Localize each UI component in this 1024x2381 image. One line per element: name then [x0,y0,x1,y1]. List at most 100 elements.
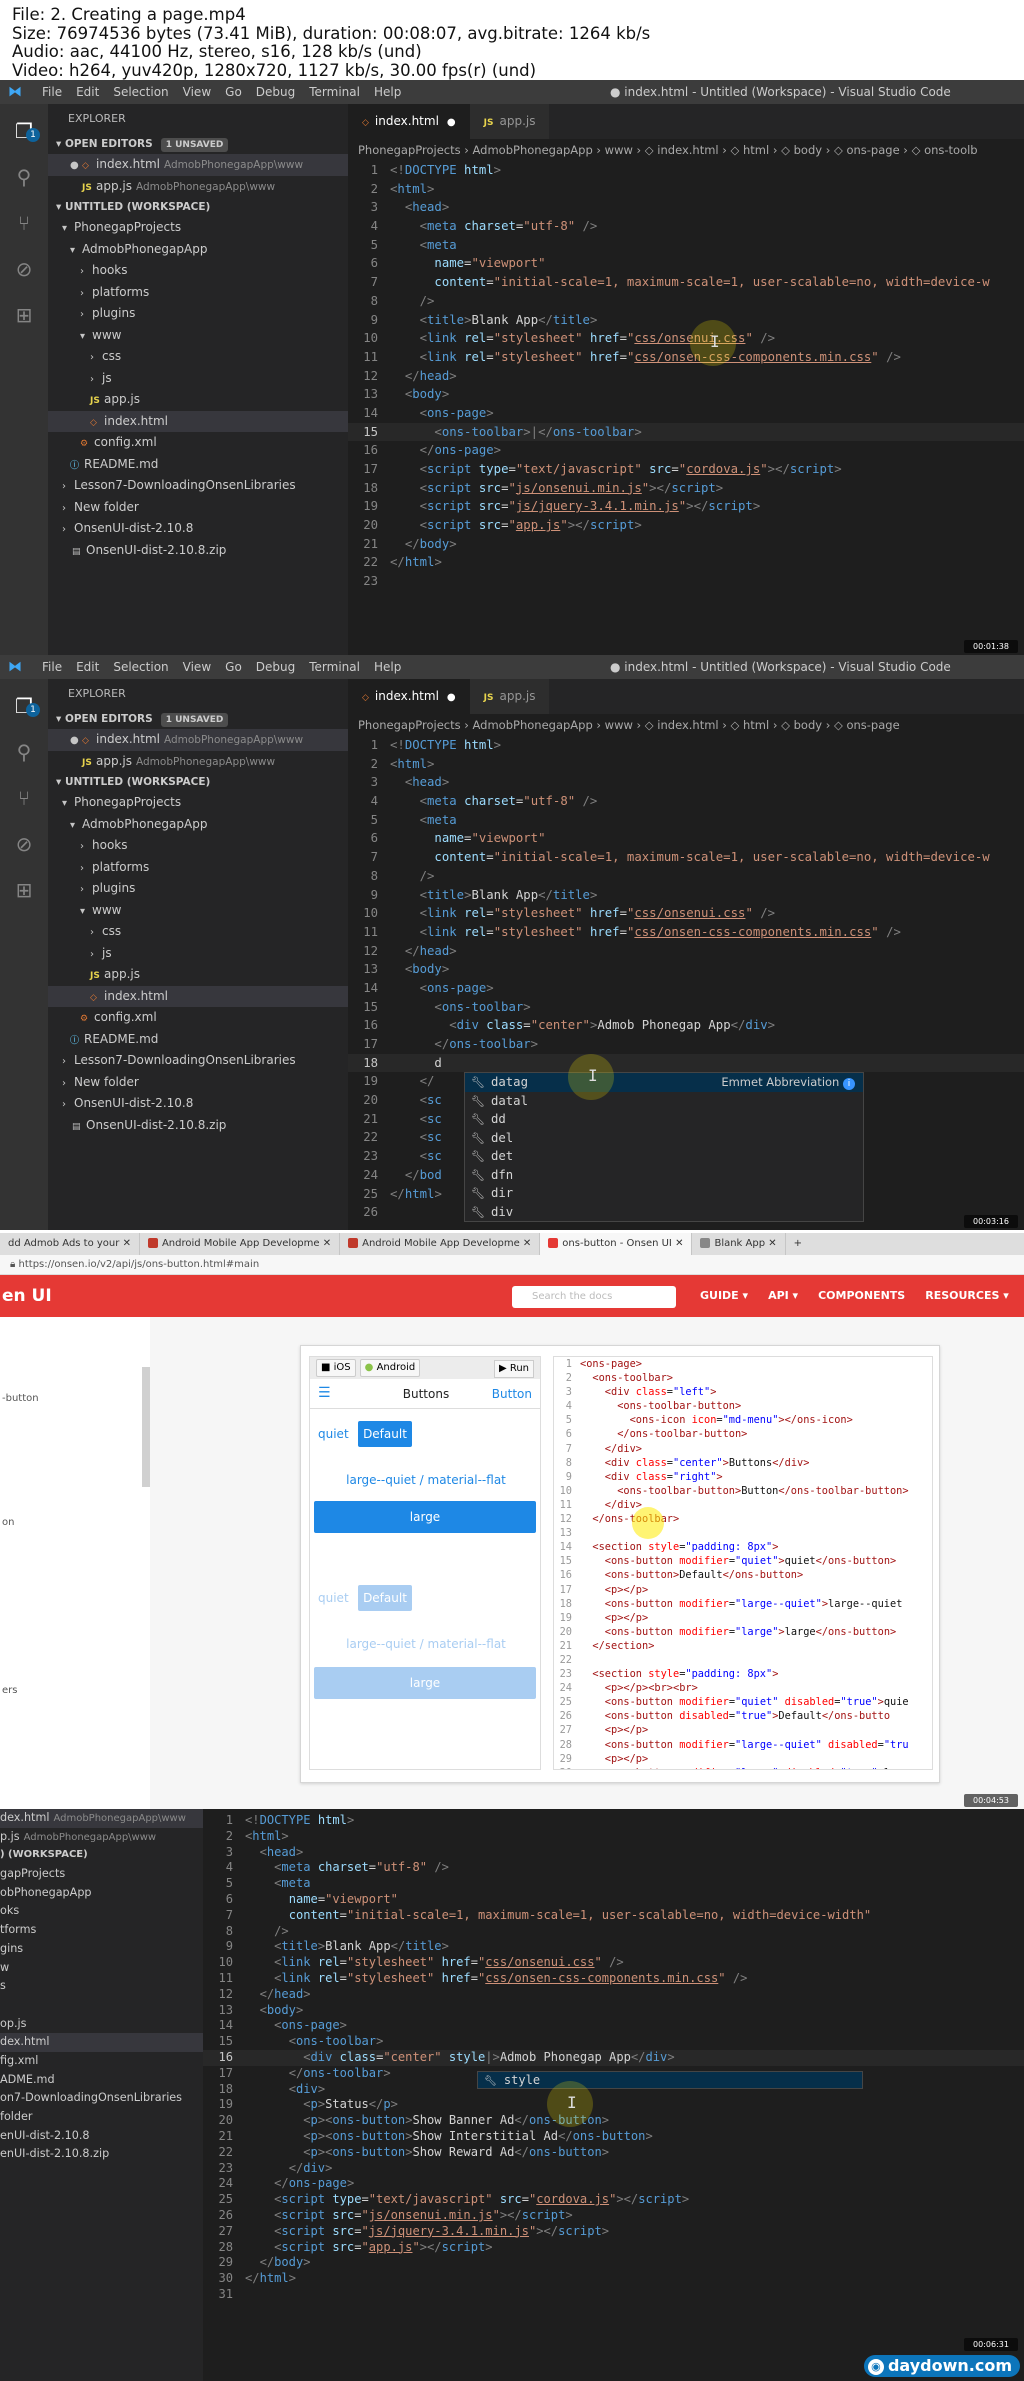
open-editor-app[interactable]: JS app.js AdmobPhonegapApp\www [48,751,348,773]
tab-index-html[interactable]: ◇ index.html ● [348,679,470,714]
tree-item[interactable]: gins [0,1940,203,1959]
tree-item[interactable]: › Lesson7-DownloadingOnsenLibraries [48,475,348,497]
info-icon[interactable]: i [843,1078,855,1090]
demo-right-button[interactable]: Button [492,1387,532,1401]
open-editor-index[interactable]: ● ◇ index.html AdmobPhonegapApp\www [48,729,348,751]
tree-item[interactable]: ▾ www [48,900,348,922]
suggestion-item[interactable]: 🔧︎ det [465,1147,863,1166]
open-editor-app[interactable]: p.js AdmobPhonegapApp\www [0,1828,203,1847]
tree-item[interactable]: › Lesson7-DownloadingOnsenLibraries [48,1050,348,1072]
tab-index-html[interactable]: ◇ index.html ● [348,104,470,139]
tree-item[interactable]: ▤ OnsenUI-dist-2.10.8.zip [48,1115,348,1137]
tree-item[interactable]: JS app.js [48,964,348,986]
suggestion-item[interactable]: 🔧︎ dfn [465,1166,863,1185]
menu-terminal[interactable]: Terminal [309,85,360,99]
tree-item[interactable]: › New folder [48,1072,348,1094]
menu-view[interactable]: View [183,660,211,674]
tree-item[interactable]: › OnsenUI-dist-2.10.8 [48,518,348,540]
tree-item[interactable]: on7-DownloadingOnsenLibraries [0,2089,203,2108]
browser-tab[interactable]: dd Admob Ads to your ✕ [0,1233,140,1255]
tree-item[interactable]: › New folder [48,497,348,519]
tree-item[interactable]: ▾ PhonegapProjects [48,217,348,239]
nav-api[interactable]: API ▾ [768,1289,798,1302]
tree-item[interactable]: ▾ www [48,325,348,347]
workspace-section[interactable]: ▾ UNTITLED (WORKSPACE) [48,772,348,792]
doc-link[interactable]: -button [2,1393,39,1404]
tree-item[interactable]: › css [48,346,348,368]
menu-file[interactable]: File [42,660,62,674]
large-quiet-button[interactable]: large--quiet / material--flat [310,1473,542,1487]
docs-search-input[interactable]: Search the docs [512,1286,676,1308]
nav-resources[interactable]: RESOURCES ▾ [925,1289,1009,1302]
tree-item[interactable]: tforms [0,1921,203,1940]
code-editor[interactable]: 1 <!DOCTYPE html> 2 <html> 3 <head> 4 <met… [203,1813,1024,2303]
tree-item[interactable]: s [0,1977,203,1996]
tree-item[interactable]: ⓘ README.md [48,1029,348,1051]
search-icon[interactable]: ⚲ [11,739,37,765]
tree-item[interactable]: oks [0,1902,203,1921]
scrollbar[interactable] [142,1367,150,1487]
menu-selection[interactable]: Selection [113,660,168,674]
browser-tab[interactable]: Android Mobile App Developme ✕ [140,1233,341,1255]
menu-help[interactable]: Help [374,85,401,99]
tab-app-js[interactable]: JS app.js [469,679,550,714]
tree-item[interactable]: › js [48,368,348,390]
suggestion-item[interactable]: 🔧︎ del [465,1129,863,1148]
android-toggle[interactable]: ● Android [359,1359,421,1377]
tree-item[interactable] [0,1996,203,2015]
default-button[interactable]: Default [358,1421,412,1447]
menu-terminal[interactable]: Terminal [309,660,360,674]
menu-view[interactable]: View [183,85,211,99]
playground-code-editor[interactable]: 1 <ons-page> 2 <ons-toolbar> 3 <div class… [553,1356,933,1770]
nav-guide[interactable]: GUIDE ▾ [700,1289,748,1302]
open-editor-index[interactable]: ● ◇ index.html AdmobPhonegapApp\www [48,154,348,176]
tree-item[interactable]: › OnsenUI-dist-2.10.8 [48,1093,348,1115]
debug-icon[interactable]: ⊘ [11,831,37,857]
search-icon[interactable]: ⚲ [11,164,37,190]
suggestion-item[interactable]: 🔧︎ dd [465,1110,863,1129]
tree-item[interactable]: enUI-dist-2.10.8.zip [0,2145,203,2164]
workspace-section[interactable]: ▾ UNTITLED (WORKSPACE) [48,197,348,217]
doc-link[interactable]: ers [2,1685,17,1696]
quiet-button[interactable]: quiet [318,1427,349,1441]
tree-item[interactable]: › platforms [48,857,348,879]
tree-item[interactable]: › platforms [48,282,348,304]
ios-toggle[interactable]: ■ iOS [316,1359,356,1377]
open-editor-app[interactable]: JS app.js AdmobPhonegapApp\www [48,176,348,198]
doc-link[interactable]: on [2,1517,14,1528]
tree-item[interactable]: ▤ OnsenUI-dist-2.10.8.zip [48,540,348,562]
tree-item[interactable]: ADME.md [0,2071,203,2090]
menu-file[interactable]: File [42,85,62,99]
tree-item[interactable]: ⚙ config.xml [48,1007,348,1029]
suggestion-item[interactable]: 🔧︎ datal [465,1092,863,1111]
tree-item[interactable]: ⚙ config.xml [48,432,348,454]
breadcrumb[interactable]: PhonegapProjects › AdmobPhonegapApp › ww… [348,714,1024,736]
run-button[interactable]: ▶ Run [493,1360,534,1378]
open-editors-section[interactable]: ▾ OPEN EDITORS 1 UNSAVED [48,134,348,154]
tree-item[interactable]: gapProjects [0,1865,203,1884]
tree-item-selected[interactable]: ◇ index.html [48,410,348,432]
tree-item[interactable]: ▾ AdmobPhonegapApp [48,814,348,836]
menu-debug[interactable]: Debug [256,660,295,674]
suggestion-item[interactable]: 🔧︎ div [465,1203,863,1222]
menu-edit[interactable]: Edit [76,660,99,674]
tree-item[interactable]: › plugins [48,878,348,900]
tree-item[interactable]: › css [48,921,348,943]
tree-item[interactable]: ▾ PhonegapProjects [48,792,348,814]
suggestion-item[interactable]: 🔧︎ datag Emmet Abbreviation i [465,1073,863,1092]
tree-item-selected[interactable]: dex.html [0,2033,203,2052]
source-control-icon[interactable]: ⑂ [11,785,37,811]
tab-app-js[interactable]: JS app.js [469,104,550,139]
workspace-section[interactable]: ) (WORKSPACE) [0,1846,203,1865]
menu-debug[interactable]: Debug [256,85,295,99]
address-bar[interactable]: 🔒︎ https://onsen.io/v2/api/js/ons-button… [0,1255,1024,1275]
extensions-icon[interactable]: ⊞ [11,302,37,328]
menu-help[interactable]: Help [374,660,401,674]
tree-item[interactable]: folder [0,2108,203,2127]
new-tab-button[interactable]: + [786,1233,810,1255]
tree-item[interactable]: enUI-dist-2.10.8 [0,2127,203,2146]
extensions-icon[interactable]: ⊞ [11,877,37,903]
suggestion-item[interactable]: 🔧︎ dir [465,1184,863,1203]
tree-item-selected[interactable]: ◇ index.html [48,985,348,1007]
source-control-icon[interactable]: ⑂ [11,210,37,236]
